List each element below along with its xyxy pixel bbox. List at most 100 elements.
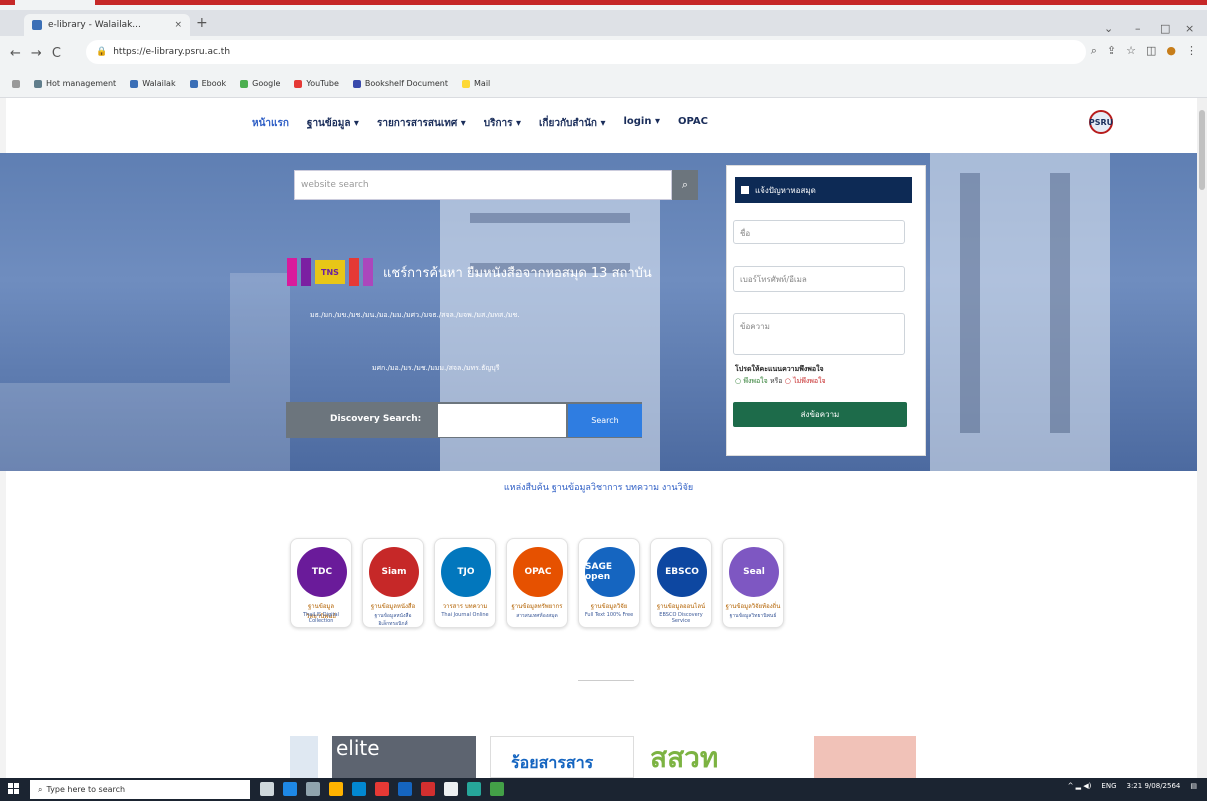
database-list: TDC ฐานข้อมูลวิทยานิพนธ์ ThaiLIS Digital… xyxy=(290,538,784,628)
app-icon[interactable] xyxy=(375,782,389,796)
database-card[interactable]: Seal ฐานข้อมูลวิจัยท้องถิ่น ฐานข้อมูลวิท… xyxy=(722,538,784,628)
task-view-icon[interactable] xyxy=(260,782,274,796)
sidebar-icon[interactable]: ◫ xyxy=(1146,44,1156,58)
building-window xyxy=(960,173,980,433)
database-logo: Seal xyxy=(729,547,779,597)
banner-subtitle: มศก./มอ./มร./มช./มมม./สจล./มทร.ธัญบุรี xyxy=(372,364,500,372)
profile-icon[interactable]: ● xyxy=(1166,44,1176,58)
taskbar-search-input[interactable]: ⌕ Type here to search xyxy=(30,780,250,799)
database-logo: TDC xyxy=(297,547,347,597)
scrollbar-thumb[interactable] xyxy=(1199,110,1205,190)
discovery-input[interactable] xyxy=(438,404,566,437)
section-divider xyxy=(578,680,634,681)
scrollbar[interactable] xyxy=(1197,98,1207,778)
clock[interactable]: 3:21 9/08/2564 xyxy=(1127,782,1181,790)
bookmark-item[interactable]: Walailak xyxy=(130,79,176,88)
tns-banner: TNS แชร์การค้นหา ยืมหนังสือจากหอสมุด 13 … xyxy=(287,258,652,286)
building-window xyxy=(470,213,630,223)
lock-icon: 🔒 xyxy=(96,47,108,57)
partner-banner[interactable] xyxy=(290,736,318,778)
share-icon[interactable]: ⇪ xyxy=(1107,44,1116,58)
new-tab-button[interactable]: + xyxy=(196,15,208,31)
extension-icons: ⌕ ⇪ ☆ ◫ ● ⋮ xyxy=(1091,44,1197,58)
partner-banner[interactable]: สสวท xyxy=(650,736,796,778)
zoom-icon[interactable]: ⌕ xyxy=(1091,44,1097,58)
banner-subtitle: มธ./มก./มข./มช./มน./มอ./มม./มศว./มจธ./สจ… xyxy=(310,311,520,319)
word-icon[interactable] xyxy=(398,782,412,796)
database-card[interactable]: OPAC ฐานข้อมูลทรัพยากร สารสนเทศห้องสมุด xyxy=(506,538,568,628)
database-card[interactable]: Siam ฐานข้อมูลหนังสือ ฐานข้อมูลหนังสืออิ… xyxy=(362,538,424,628)
tab-search-icon[interactable]: ⌄ xyxy=(1104,22,1113,35)
database-card[interactable]: TJO วารสาร บทความ Thai Journal Online xyxy=(434,538,496,628)
partner-banner[interactable]: ร้อยสารสาร xyxy=(490,736,634,778)
book-spine xyxy=(301,258,311,286)
apps-icon[interactable] xyxy=(12,79,20,88)
forward-icon[interactable]: → xyxy=(31,46,42,61)
bookmark-item[interactable]: Bookshelf Document xyxy=(352,79,448,88)
menu-catalog[interactable]: รายการสารสนเทศ ▾ xyxy=(377,116,466,131)
search-icon[interactable]: ⌕ xyxy=(672,170,698,200)
windows-taskbar: ⌕ Type here to search ^ ▂ ◀) ENG 3:21 9/… xyxy=(0,778,1207,801)
file-explorer-icon[interactable] xyxy=(329,782,343,796)
database-card[interactable]: EBSCO ฐานข้อมูลออนไลน์ EBSCO Discovery S… xyxy=(650,538,712,628)
chrome-icon[interactable] xyxy=(490,782,504,796)
taskbar-apps xyxy=(260,782,504,796)
language-indicator[interactable]: ENG xyxy=(1101,782,1116,790)
menu-about[interactable]: เกี่ยวกับสำนัก ▾ xyxy=(539,116,605,131)
message-field[interactable]: ข้อความ xyxy=(733,313,905,355)
mail-icon xyxy=(741,186,749,194)
app-icon[interactable] xyxy=(444,782,458,796)
search-icon: ⌕ xyxy=(38,784,43,794)
tab-close-icon[interactable]: × xyxy=(174,20,182,30)
name-field[interactable]: ชื่อ xyxy=(733,220,905,244)
tray-icons[interactable]: ^ ▂ ◀) xyxy=(1068,782,1092,790)
system-tray: ^ ▂ ◀) ENG 3:21 9/08/2564 ▤ xyxy=(1068,782,1197,790)
star-icon[interactable]: ☆ xyxy=(1126,44,1136,58)
bookmark-item[interactable]: Hot management xyxy=(34,79,116,88)
minimize-button[interactable]: – xyxy=(1135,22,1141,35)
address-bar[interactable]: 🔒 https://e-library.psru.ac.th xyxy=(86,40,1086,64)
close-window-button[interactable]: × xyxy=(1185,22,1194,35)
menu-opac[interactable]: OPAC xyxy=(678,116,708,131)
discovery-search-button[interactable]: Search xyxy=(568,404,642,437)
tab-strip: e-library - Walailak... × + ⌄ – □ × xyxy=(0,10,1207,36)
site-favicon-icon xyxy=(32,20,42,30)
app-icon[interactable] xyxy=(421,782,435,796)
partner-banner[interactable] xyxy=(814,736,916,778)
menu-database[interactable]: ฐานข้อมูล ▾ xyxy=(307,116,359,131)
building-image xyxy=(230,273,290,471)
bookmark-item[interactable]: Google xyxy=(240,79,280,88)
browser-tab[interactable]: e-library - Walailak... × xyxy=(24,14,190,36)
bookmark-item[interactable]: Mail xyxy=(462,79,490,88)
menu-login[interactable]: login ▾ xyxy=(623,116,660,131)
site-search-input[interactable]: website search xyxy=(294,170,672,200)
menu-home[interactable]: หน้าแรก xyxy=(252,116,289,131)
database-card[interactable]: SAGE open ฐานข้อมูลวิจัย Full Text 100% … xyxy=(578,538,640,628)
notification-icon[interactable]: ▤ xyxy=(1190,782,1197,790)
banner-headline: แชร์การค้นหา ยืมหนังสือจากหอสมุด 13 สถาบ… xyxy=(383,265,652,281)
building-image xyxy=(930,153,1110,471)
app-icon[interactable] xyxy=(467,782,481,796)
bookmark-item[interactable]: Ebook xyxy=(189,79,226,88)
windows-start-icon[interactable] xyxy=(8,783,20,795)
contact-field[interactable]: เบอร์โทรศัพท์/อีเมล xyxy=(733,266,905,292)
satisfaction-note: โปรดให้คะแนนความพึงพอใจ xyxy=(735,365,824,373)
partner-banners: elite ร้อยสารสาร สสวท xyxy=(290,736,930,778)
menu-services[interactable]: บริการ ▾ xyxy=(484,116,521,131)
satisfied-radio[interactable]: ○ พึงพอใจ xyxy=(735,377,768,385)
send-message-button[interactable]: ส่งข้อความ xyxy=(733,402,907,427)
back-icon[interactable]: ← xyxy=(10,46,21,61)
app-icon[interactable] xyxy=(306,782,320,796)
bookmark-item[interactable]: YouTube xyxy=(294,79,339,88)
unsatisfied-radio[interactable]: ○ ไม่พึงพอใจ xyxy=(785,377,826,385)
edge-icon[interactable] xyxy=(283,782,297,796)
university-logo[interactable]: PSRU xyxy=(1089,110,1113,134)
reload-icon[interactable]: C xyxy=(52,46,61,61)
book-spine xyxy=(287,258,297,286)
database-logo: TJO xyxy=(441,547,491,597)
partner-banner[interactable]: elite xyxy=(332,736,476,778)
menu-icon[interactable]: ⋮ xyxy=(1186,44,1197,58)
maximize-button[interactable]: □ xyxy=(1160,22,1170,35)
database-card[interactable]: TDC ฐานข้อมูลวิทยานิพนธ์ ThaiLIS Digital… xyxy=(290,538,352,628)
store-icon[interactable] xyxy=(352,782,366,796)
